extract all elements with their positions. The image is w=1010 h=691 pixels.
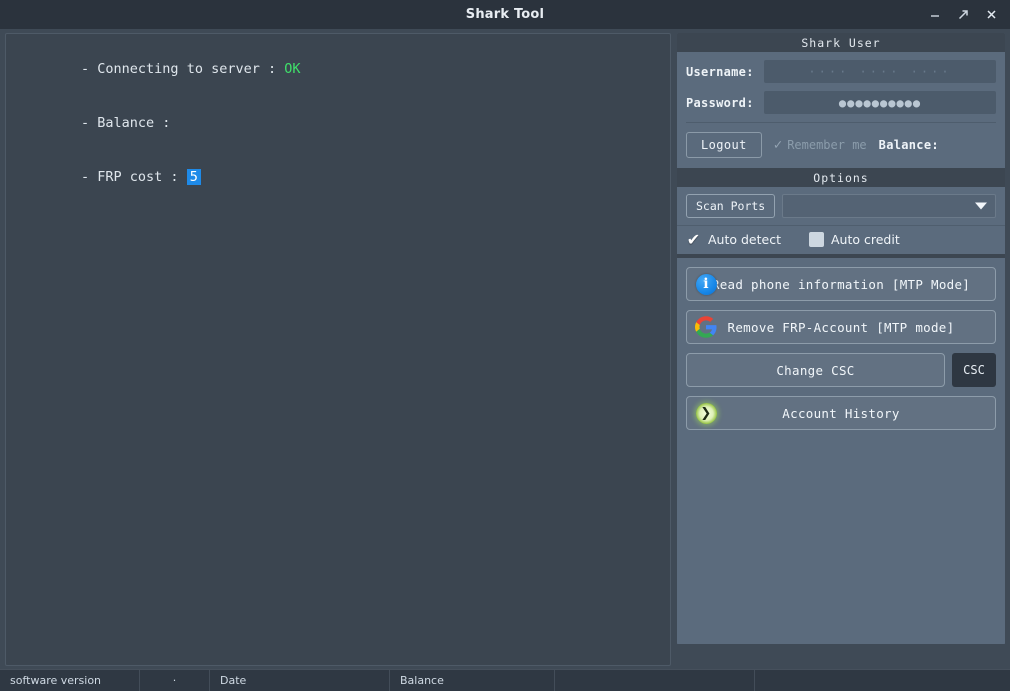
username-row: Username:	[686, 60, 996, 83]
close-icon[interactable]	[978, 3, 1004, 27]
read-phone-information-label: Read phone information [MTP Mode]	[711, 276, 971, 292]
change-csc-label: Change CSC	[776, 362, 855, 378]
password-row: Password:	[686, 91, 996, 114]
remember-me-label: Remember me	[787, 138, 867, 152]
chevron-right-circle-icon: ❯	[695, 402, 717, 424]
auto-detect-checkbox[interactable]: ✔ Auto detect	[686, 229, 781, 249]
minimize-icon[interactable]	[922, 3, 948, 27]
status-cell-software-version: software version	[0, 670, 140, 691]
actions-area: i Read phone information [MTP Mode] Remo…	[677, 258, 1005, 644]
checkbox-box	[809, 232, 824, 247]
read-phone-information-button[interactable]: i Read phone information [MTP Mode]	[686, 267, 996, 301]
checks-row: ✔ Auto detect Auto credit	[677, 226, 1005, 254]
log-line: - Balance :	[16, 96, 660, 150]
remove-frp-account-label: Remove FRP-Account [MTP mode]	[727, 319, 955, 335]
options-body: Scan Ports ✔ Auto detect Auto credit	[677, 187, 1005, 254]
log-output-panel[interactable]: - Connecting to server : OK - Balance : …	[5, 33, 671, 666]
check-icon: ✔	[686, 229, 701, 249]
auth-row: Logout ✓ Remember me Balance:	[677, 123, 1005, 168]
remember-me-checkbox[interactable]: ✓ Remember me	[774, 138, 867, 152]
login-box: Username: Password:	[677, 52, 1005, 123]
google-logo-icon	[695, 316, 717, 338]
user-section-header: Shark User	[677, 33, 1005, 52]
log-line-text: - Balance :	[81, 115, 171, 131]
shark-tool-window: Shark Tool - Connecting to server: OK -…	[0, 0, 1010, 691]
scan-ports-button[interactable]: Scan Ports	[686, 194, 776, 218]
titlebar: Shark Tool	[0, 0, 1010, 29]
remove-frp-account-button[interactable]: Remove FRP-Account [MTP mode]	[686, 310, 996, 344]
username-label: Username:	[686, 64, 754, 79]
ports-row: Scan Ports	[677, 187, 1005, 225]
log-line: - FRP cost : 5	[16, 150, 660, 204]
log-line-text: - Connecting to server :	[81, 61, 285, 77]
statusbar: software version · Date Balance	[0, 669, 1010, 691]
status-cell-extra-1	[555, 670, 755, 691]
chevron-down-icon	[975, 202, 987, 210]
balance-label: Balance:	[878, 138, 939, 152]
csc-badge-button[interactable]: CSC	[952, 353, 996, 387]
info-icon: i	[695, 273, 717, 295]
password-input[interactable]	[764, 91, 996, 114]
checkbox-box: ✔	[686, 229, 701, 249]
status-cell-balance: Balance	[390, 670, 555, 691]
account-history-label: Account History	[782, 405, 900, 421]
username-input[interactable]	[764, 60, 996, 83]
status-cell-separator: ·	[140, 670, 210, 691]
auto-detect-label: Auto detect	[708, 232, 781, 247]
check-icon: ✓	[773, 137, 783, 153]
right-panel: Shark User Username: Password: Logout ✓ …	[677, 33, 1005, 644]
log-line-status: OK	[284, 61, 301, 77]
window-title: Shark Tool	[465, 7, 545, 22]
auto-credit-checkbox[interactable]: Auto credit	[809, 232, 900, 247]
change-csc-button[interactable]: Change CSC	[686, 353, 945, 387]
port-select-dropdown[interactable]	[782, 194, 996, 218]
log-line-highlight: 5	[186, 169, 201, 185]
window-controls	[922, 0, 1004, 29]
maximize-icon[interactable]	[950, 3, 976, 27]
auto-credit-label: Auto credit	[831, 232, 900, 247]
account-history-button[interactable]: ❯ Account History	[686, 396, 996, 430]
password-label: Password:	[686, 95, 754, 110]
options-section-header: Options	[677, 168, 1005, 187]
change-csc-row: Change CSC CSC	[686, 353, 996, 387]
logout-button[interactable]: Logout	[686, 132, 762, 158]
log-line: - Connecting to server : OK	[16, 42, 660, 96]
status-cell-extra-2	[755, 670, 1010, 691]
status-cell-date: Date	[210, 670, 390, 691]
main-area: - Connecting to server : OK - Balance : …	[0, 29, 1010, 669]
log-line-text: - FRP cost :	[81, 169, 187, 185]
